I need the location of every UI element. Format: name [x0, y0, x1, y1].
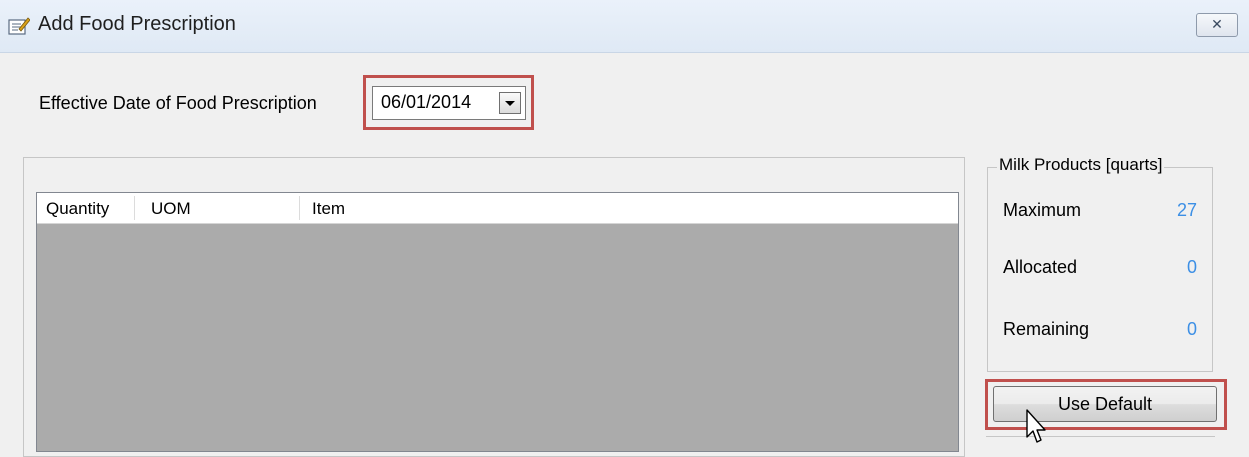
remaining-value: 0	[1186, 319, 1197, 339]
maximum-value: 27	[1176, 200, 1197, 220]
allocated-value: 0	[1186, 257, 1197, 277]
column-header-quantity[interactable]: Quantity	[46, 199, 109, 219]
effective-date-value: 06/01/2014	[381, 92, 472, 112]
column-header-item[interactable]: Item	[312, 199, 345, 219]
column-header-uom[interactable]: UOM	[151, 199, 191, 219]
remaining-label: Remaining	[1003, 319, 1090, 339]
column-separator[interactable]	[134, 196, 135, 220]
window-title: Add Food Prescription	[38, 13, 236, 35]
allocated-label: Allocated	[1003, 257, 1078, 277]
maximum-label: Maximum	[1003, 200, 1082, 220]
chevron-down-icon[interactable]	[499, 92, 521, 114]
close-icon: ✕	[1211, 16, 1223, 32]
mouse-pointer-icon	[1026, 409, 1046, 443]
food-items-list[interactable]: Quantity UOM Item	[36, 192, 959, 452]
close-button[interactable]: ✕	[1196, 13, 1238, 37]
next-button-edge	[986, 436, 1215, 437]
list-header: Quantity UOM Item	[37, 193, 958, 224]
title-bar: Add Food Prescription ✕	[0, 0, 1249, 53]
milk-products-title: Milk Products [quarts]	[997, 155, 1165, 175]
column-separator[interactable]	[299, 196, 300, 220]
effective-date-label: Effective Date of Food Prescription	[39, 93, 317, 113]
effective-date-picker[interactable]: 06/01/2014	[372, 86, 526, 120]
prescription-pad-icon	[8, 17, 30, 35]
